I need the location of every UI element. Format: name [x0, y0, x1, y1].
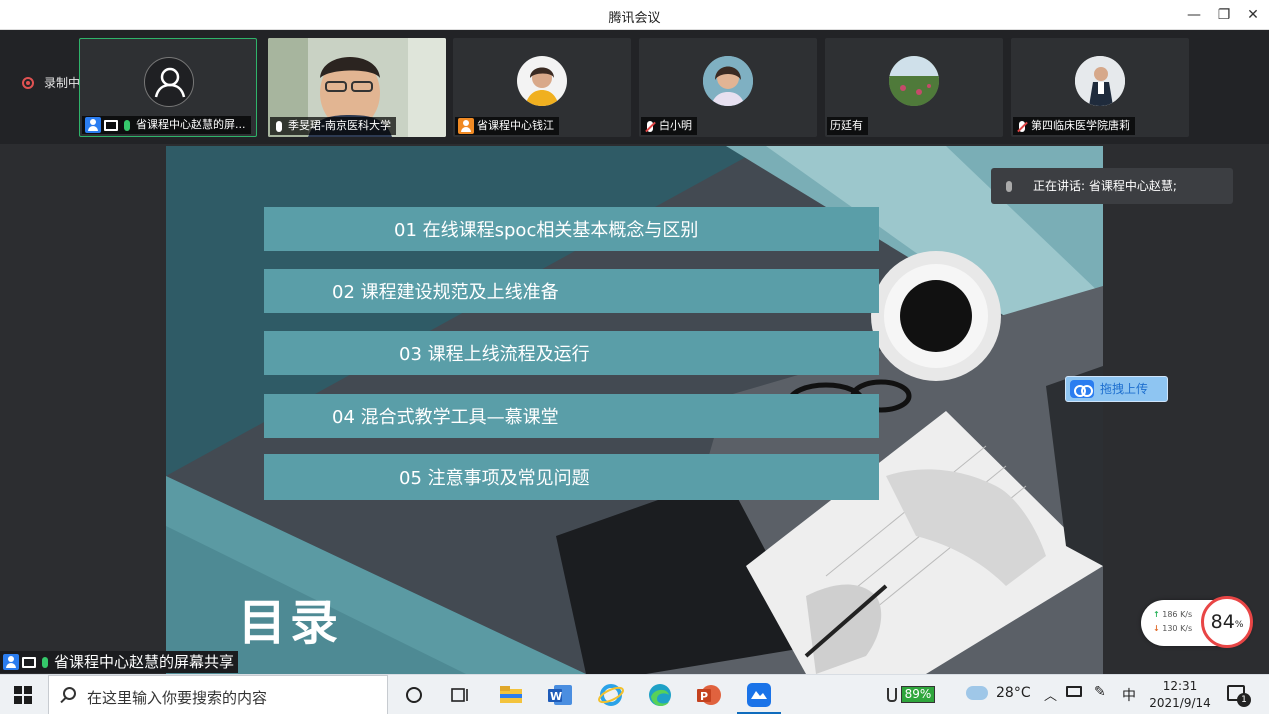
chevron-up-icon[interactable]: ︿	[1044, 685, 1057, 704]
participant-tile[interactable]: 省课程中心钱江	[453, 38, 631, 137]
restore-icon[interactable]: ❐	[1213, 4, 1235, 26]
host-user-icon	[85, 117, 101, 133]
mic-muted-icon	[647, 120, 653, 132]
user-orange-icon	[458, 118, 474, 134]
ime-indicator[interactable]: 中	[1122, 685, 1136, 705]
search-placeholder: 在这里输入你要搜索的内容	[87, 689, 268, 707]
toc-item-1: 01 在线课程spoc相关基本概念与区别	[264, 207, 879, 251]
search-icon	[63, 687, 76, 700]
clock-time: 12:31	[1162, 679, 1198, 693]
slide-title: 目录	[238, 595, 343, 651]
participant-name: 白小明	[659, 119, 692, 132]
toc-item-2: 02 课程建设规范及上线准备	[264, 269, 879, 313]
close-icon[interactable]: ✕	[1242, 4, 1264, 26]
notification-count: 1	[1237, 693, 1251, 707]
participant-name-tag: 第四临床医学院唐莉	[1013, 117, 1135, 135]
svg-text:W: W	[550, 690, 562, 703]
participant-name-tag: 白小明	[641, 117, 697, 135]
toc-item-3: 03 课程上线流程及运行	[264, 331, 879, 375]
clock-date: 2021/9/14	[1149, 696, 1211, 710]
upload-label: 拖拽上传	[1100, 382, 1149, 396]
share-label-text: 省课程中心赵慧的屏幕共享	[54, 653, 235, 671]
taskbar-clock[interactable]: 12:31 2021/9/14	[1140, 678, 1220, 712]
screen-share-label: 省课程中心赵慧的屏幕共享	[0, 651, 239, 673]
windows-start-icon[interactable]	[14, 686, 32, 704]
avatar	[517, 56, 567, 106]
participant-name: 省课程中心赵慧的屏...	[136, 118, 246, 131]
participant-name-tag: 季旻珺-南京医科大学	[270, 117, 396, 135]
task-view-icon[interactable]	[446, 681, 474, 709]
system-tray: ︿ ✎ 中	[1044, 675, 1136, 714]
participant-strip: 录制中 省课程中心赵慧的屏... 季旻珺-南京医科大学 省课程中心钱江 白小明 …	[0, 30, 1269, 144]
user-avatar-icon	[144, 57, 194, 107]
weather-widget[interactable]: 28°C	[966, 685, 1031, 701]
cloud-icon	[966, 686, 988, 700]
avatar	[1075, 56, 1125, 106]
tencent-meeting-window: 腾讯会议 — ❐ ✕ 录制中 省课程中心赵慧的屏... 季旻珺-南京医科大学 省…	[0, 0, 1269, 714]
display-icon[interactable]	[1066, 686, 1082, 697]
toc-item-5: 05 注意事项及常见问题	[264, 454, 879, 500]
participant-name: 历廷有	[830, 119, 863, 132]
participant-tile[interactable]: 季旻珺-南京医科大学	[268, 38, 446, 137]
usage-gauge: 84%	[1201, 596, 1253, 648]
screen-share-icon	[104, 119, 118, 131]
power-plug-icon	[887, 688, 897, 702]
word-icon[interactable]: W	[546, 681, 574, 709]
participant-tile[interactable]: 省课程中心赵慧的屏...	[79, 38, 257, 137]
taskbar: 在这里输入你要搜索的内容 W P 89% 28°C ︿ ✎ 中 12:31 20…	[0, 674, 1269, 714]
screen-share-icon	[22, 656, 36, 668]
drag-upload-button[interactable]: 拖拽上传	[1065, 376, 1168, 402]
mic-on-icon	[124, 119, 130, 131]
upload-speed-value: 186 K/s	[1162, 610, 1193, 619]
cortana-icon[interactable]	[400, 681, 428, 709]
minimize-icon[interactable]: —	[1183, 4, 1205, 26]
participant-name-tag: 省课程中心赵慧的屏...	[82, 116, 251, 134]
user-icon	[3, 654, 19, 670]
recording-indicator[interactable]: 录制中	[22, 74, 80, 91]
participant-name: 省课程中心钱江	[477, 119, 554, 132]
title-bar: 腾讯会议 — ❐ ✕	[0, 0, 1269, 30]
recording-label: 录制中	[44, 76, 81, 90]
download-speed-value: 130 K/s	[1162, 624, 1193, 633]
toc-item-4: 04 混合式教学工具—慕课堂	[264, 394, 879, 438]
internet-explorer-icon[interactable]	[597, 681, 625, 709]
battery-indicator[interactable]: 89%	[885, 684, 937, 706]
participant-tile[interactable]: 第四临床医学院唐莉	[1011, 38, 1189, 137]
participant-name-tag: 历廷有	[827, 117, 868, 135]
usage-unit: %	[1234, 620, 1244, 630]
participant-tile[interactable]: 历廷有	[825, 38, 1003, 137]
download-speed: ↓ 130 K/s	[1153, 624, 1193, 633]
mic-muted-icon	[1019, 120, 1025, 132]
weather-temp: 28°C	[996, 685, 1031, 701]
baidu-cloud-icon	[1070, 380, 1094, 398]
presentation-slide: 01 在线课程spoc相关基本概念与区别 02 课程建设规范及上线准备 03 课…	[166, 146, 1103, 674]
record-icon	[22, 77, 34, 89]
pen-icon[interactable]: ✎	[1094, 684, 1106, 700]
participant-name: 第四临床医学院唐莉	[1031, 119, 1130, 132]
taskbar-search-box[interactable]: 在这里输入你要搜索的内容	[48, 675, 388, 714]
file-explorer-icon[interactable]	[497, 681, 525, 709]
upload-speed: ↑ 186 K/s	[1153, 610, 1193, 619]
participant-name: 季旻珺-南京医科大学	[288, 119, 391, 132]
mic-on-icon	[42, 656, 48, 668]
notification-icon[interactable]: 1	[1227, 685, 1251, 707]
tencent-meeting-taskbar-icon[interactable]	[737, 681, 781, 714]
powerpoint-icon[interactable]: P	[695, 681, 723, 709]
avatar	[703, 56, 753, 106]
mic-icon	[276, 120, 282, 132]
battery-percent: 89%	[901, 686, 935, 703]
network-speed-widget[interactable]: ↑ 186 K/s ↓ 130 K/s 84%	[1141, 596, 1253, 648]
avatar	[889, 56, 939, 106]
shared-screen-area: 01 在线课程spoc相关基本概念与区别 02 课程建设规范及上线准备 03 课…	[0, 144, 1269, 674]
usage-value: 84	[1210, 611, 1235, 633]
speaking-indicator: 正在讲话: 省课程中心赵慧;	[991, 168, 1233, 204]
window-title: 腾讯会议	[608, 11, 661, 26]
edge-icon[interactable]	[646, 681, 674, 709]
participant-tile[interactable]: 白小明	[639, 38, 817, 137]
mic-icon	[1006, 181, 1012, 192]
svg-text:P: P	[700, 690, 708, 703]
participant-name-tag: 省课程中心钱江	[455, 117, 559, 135]
speaking-label: 正在讲话: 省课程中心赵慧;	[1033, 179, 1177, 193]
